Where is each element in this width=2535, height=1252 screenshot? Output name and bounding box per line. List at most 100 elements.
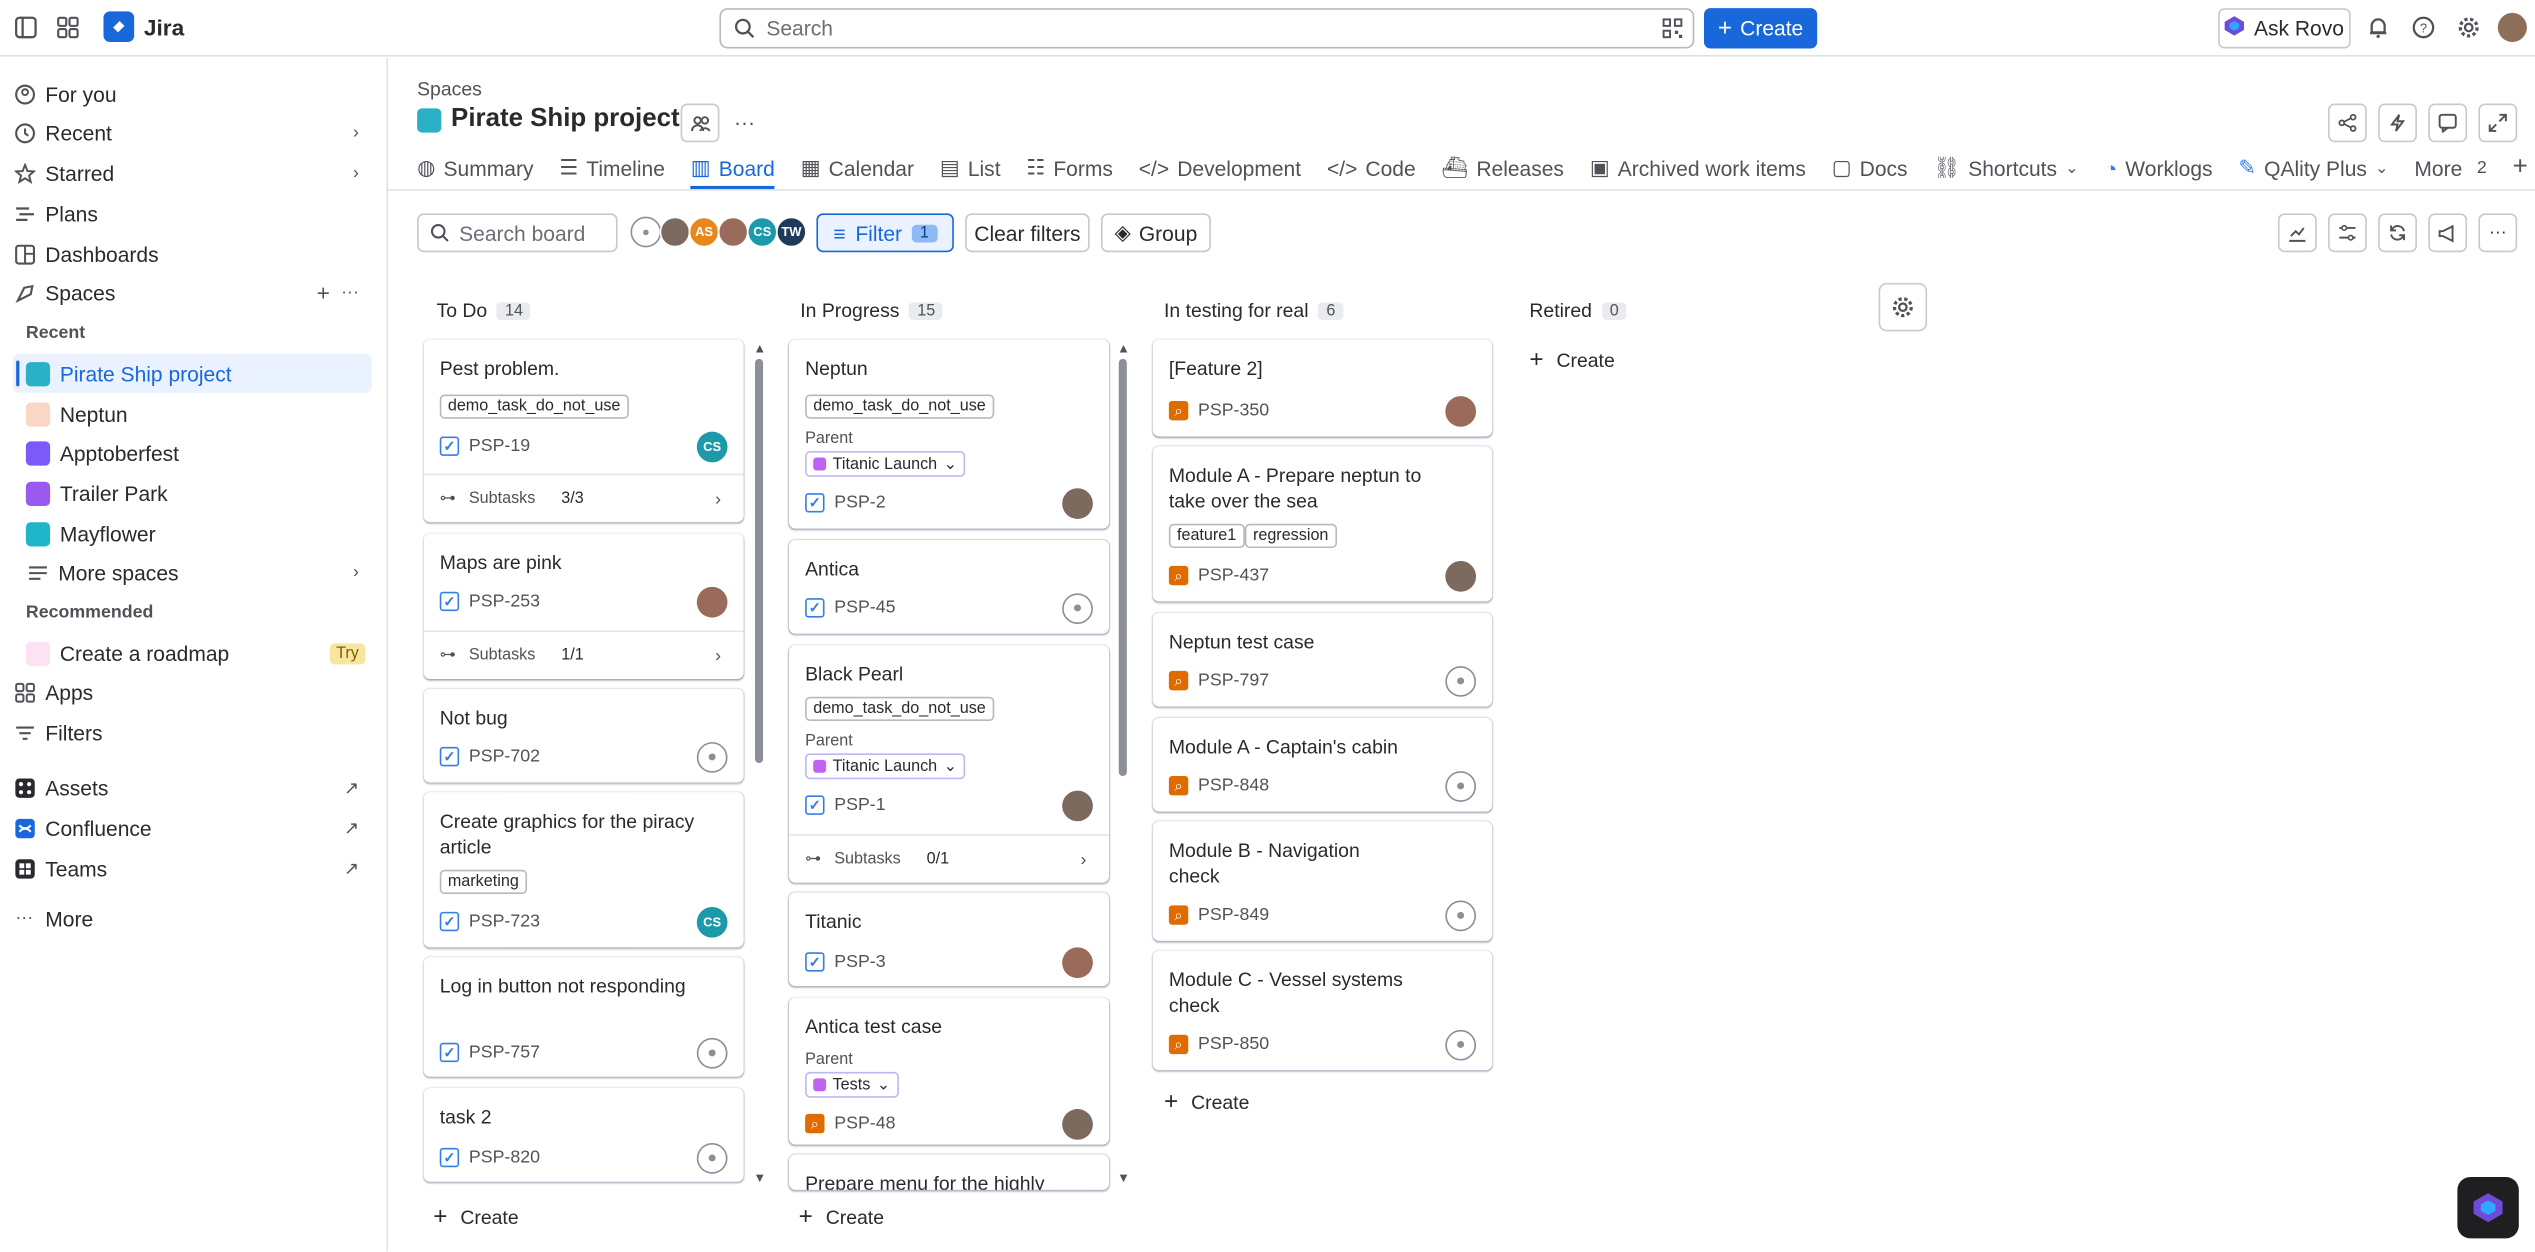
create-issue-button[interactable]: + Create: [1164, 1088, 1249, 1115]
assignee-avatar[interactable]: CS: [696, 431, 728, 463]
issue-card[interactable]: Module C - Vessel systems check ⌕ PSP-850…: [1152, 950, 1493, 1071]
tab-qality-plus[interactable]: ✎ QAlity Plus ⌄: [2238, 149, 2388, 188]
sidebar-item-teams[interactable]: Teams ↗: [13, 849, 372, 888]
tab-docs[interactable]: ▢ Docs: [1832, 149, 1908, 188]
sidebar-item-dashboards[interactable]: Dashboards: [13, 234, 372, 273]
scroll-down-arrow[interactable]: ▼: [753, 1170, 766, 1185]
assignee-avatar[interactable]: CS: [696, 906, 728, 938]
assignee-avatar[interactable]: [1062, 488, 1093, 519]
tab-forms[interactable]: ☷ Forms: [1026, 149, 1112, 188]
issue-card[interactable]: Pest problem. demo_task_do_not_use ✓ PSP-…: [423, 339, 744, 523]
issue-card[interactable]: Neptun demo_task_do_not_use Parent Titan…: [788, 339, 1110, 529]
scroll-up-arrow[interactable]: ▲: [753, 341, 766, 356]
notifications-bell-icon[interactable]: [2364, 13, 2393, 42]
tab-more[interactable]: More 2: [2414, 149, 2486, 188]
unassigned-avatar-icon[interactable]: ●: [1062, 593, 1093, 625]
project-more-icon[interactable]: ···: [734, 110, 755, 134]
app-switcher-icon[interactable]: [53, 13, 82, 42]
assignee-avatar[interactable]: [696, 586, 728, 618]
settings-gear-icon[interactable]: [2454, 13, 2483, 42]
scroll-up-arrow[interactable]: ▲: [1117, 341, 1130, 356]
unassigned-avatar-icon[interactable]: ●: [696, 1037, 728, 1069]
breadcrumb[interactable]: Spaces: [417, 78, 482, 101]
scroll-down-arrow[interactable]: ▼: [1117, 1170, 1130, 1185]
avatar[interactable]: AS: [688, 216, 720, 248]
board-search-input[interactable]: Search board: [417, 213, 618, 253]
sidebar-item-spaces[interactable]: Spaces + ···: [13, 273, 372, 312]
clear-filters-button[interactable]: Clear filters: [965, 213, 1090, 253]
avatar[interactable]: CS: [746, 216, 778, 248]
board-settings-gear-icon[interactable]: [1878, 282, 1928, 332]
issue-card[interactable]: task 2 ✓ PSP-820 ●: [423, 1088, 744, 1182]
issue-card[interactable]: Black Pearl demo_task_do_not_use Parent …: [788, 645, 1110, 883]
sidebar-toggle-icon[interactable]: [11, 13, 40, 42]
rovo-chat-fab[interactable]: [2457, 1176, 2519, 1239]
announcement-megaphone-icon[interactable]: [2428, 213, 2468, 253]
tab-code[interactable]: </> Code: [1327, 149, 1416, 188]
parent-epic-tag[interactable]: Titanic Launch ⌄: [805, 753, 966, 780]
sidebar-item-create-roadmap[interactable]: Create a roadmap Try: [13, 634, 372, 673]
create-button[interactable]: + Create: [1704, 8, 1818, 49]
qr-scan-icon[interactable]: [1662, 18, 1683, 44]
sidebar-project-pirate-ship[interactable]: Pirate Ship project: [12, 354, 372, 393]
column-scrollbar[interactable]: [1118, 358, 1127, 777]
sidebar-item-filters[interactable]: Filters: [13, 713, 372, 752]
subtasks-row[interactable]: ⊶ Subtasks 1/1 ›: [423, 630, 744, 680]
help-icon[interactable]: ?: [2409, 13, 2438, 42]
assignee-avatar[interactable]: [1445, 560, 1477, 592]
subtasks-row[interactable]: ⊶ Subtasks 3/3 ›: [423, 473, 744, 523]
create-issue-button[interactable]: + Create: [1529, 346, 1614, 373]
feedback-icon[interactable]: [2428, 103, 2468, 143]
unassigned-avatar-icon[interactable]: ●: [630, 216, 662, 248]
assignee-avatar[interactable]: [1445, 396, 1477, 427]
add-tab-plus-icon[interactable]: +: [2513, 149, 2528, 188]
issue-card[interactable]: Module B - Navigation check ⌕ PSP-849 ●: [1152, 821, 1493, 941]
parent-epic-tag[interactable]: Titanic Launch ⌄: [805, 451, 966, 477]
assignee-avatar[interactable]: [1062, 947, 1093, 979]
issue-card[interactable]: Not bug ✓ PSP-702 ●: [423, 688, 744, 783]
assignee-avatar[interactable]: [1062, 1109, 1093, 1140]
create-issue-button[interactable]: + Create: [798, 1202, 901, 1231]
sidebar-item-for-you[interactable]: For you: [13, 74, 372, 113]
sidebar-project-trailer-park[interactable]: Trailer Park: [13, 474, 372, 513]
sidebar-item-recent[interactable]: Recent ›: [13, 113, 372, 152]
tab-timeline[interactable]: ☰ Timeline: [559, 149, 665, 188]
insights-chart-icon[interactable]: [2277, 213, 2317, 253]
refresh-icon[interactable]: [2378, 213, 2417, 253]
sidebar-item-confluence[interactable]: Confluence ↗: [13, 808, 372, 847]
tab-summary[interactable]: ◍ Summary: [417, 149, 533, 188]
issue-card[interactable]: Log in button not responding ✓ PSP-757 ●: [423, 957, 744, 1077]
issue-card[interactable]: Create graphics for the piracy article m…: [423, 792, 744, 948]
issue-card[interactable]: Titanic ✓ PSP-3: [788, 892, 1110, 987]
issue-card[interactable]: Module A - Prepare neptun to take over t…: [1152, 446, 1493, 602]
sidebar-project-mayflower[interactable]: Mayflower: [13, 514, 372, 553]
tab-shortcuts[interactable]: ⛓ Shortcuts ⌄: [1933, 149, 2078, 188]
board-more-icon[interactable]: ···: [2478, 213, 2518, 253]
sidebar-project-neptun[interactable]: Neptun: [13, 394, 372, 433]
sidebar-item-assets[interactable]: Assets ↗: [13, 768, 372, 807]
filter-button[interactable]: ≡ Filter 1: [816, 213, 954, 253]
assignee-avatar[interactable]: [1062, 790, 1093, 822]
issue-card[interactable]: Antica test case Parent Tests ⌄ ⌕ PSP-48: [788, 997, 1110, 1145]
unassigned-avatar-icon[interactable]: ●: [1445, 900, 1477, 932]
avatar[interactable]: [717, 216, 749, 248]
team-people-icon[interactable]: [680, 103, 720, 143]
sidebar-item-starred[interactable]: Starred ›: [13, 154, 372, 193]
more-options-icon[interactable]: ···: [341, 283, 359, 302]
view-settings-icon[interactable]: [2328, 213, 2367, 253]
tab-worklogs[interactable]: ◔ Worklogs: [2105, 149, 2213, 188]
parent-epic-tag[interactable]: Tests ⌄: [805, 1071, 899, 1098]
sidebar-item-more-spaces[interactable]: More spaces ›: [13, 553, 372, 592]
sidebar-item-apps[interactable]: Apps: [13, 673, 372, 712]
issue-card[interactable]: Maps are pink ✓ PSP-253 ⊶ Subtasks 1/1 ›: [423, 533, 744, 680]
subtasks-row[interactable]: ⊶ Subtasks 0/1 ›: [788, 834, 1110, 883]
avatar[interactable]: TW: [776, 216, 807, 248]
issue-card[interactable]: Antica ✓ PSP-45 ●: [788, 539, 1110, 634]
add-space-plus-icon[interactable]: +: [317, 280, 330, 306]
jira-logo[interactable]: Jira: [103, 11, 184, 43]
issue-card[interactable]: Module A - Captain's cabin ⌕ PSP-848 ●: [1152, 717, 1493, 812]
unassigned-avatar-icon[interactable]: ●: [696, 742, 728, 773]
unassigned-avatar-icon[interactable]: ●: [1445, 666, 1477, 697]
tab-list[interactable]: ▤ List: [940, 149, 1001, 188]
automation-lightning-icon[interactable]: [2378, 103, 2417, 143]
